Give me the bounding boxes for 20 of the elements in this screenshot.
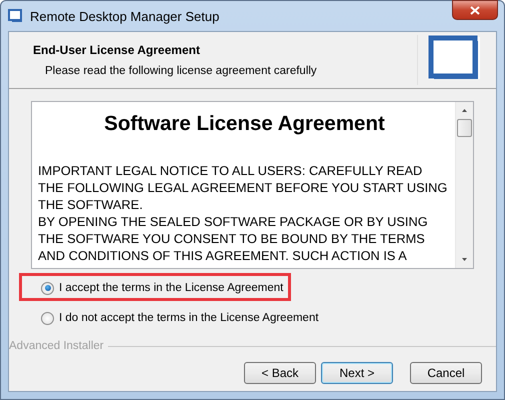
dialog-button[interactable]: < Back — [244, 362, 316, 384]
dialog-button[interactable]: Next > — [321, 362, 393, 384]
close-button[interactable] — [452, 0, 498, 20]
app-icon — [8, 9, 24, 23]
radio-button[interactable] — [41, 312, 54, 324]
license-heading: Software License Agreement — [103, 112, 386, 136]
radio-label[interactable]: I accept the terms in the License Agreement — [59, 282, 284, 294]
dialog-button[interactable]: Cancel — [410, 362, 482, 384]
brand-label: Advanced Installer — [9, 340, 104, 352]
header-title: End-User License Agreement — [33, 43, 201, 57]
header-subtitle: Please read the following license agreement carefully — [44, 65, 318, 77]
scroll-thumb[interactable] — [457, 119, 472, 137]
license-paragraph: IMPORTANT LEGAL NOTICE TO ALL USERS: CAREFULLY READ THE FOLLOWING LEGAL AGREEMENT BEFORE YOU START USING THE SOFTWARE. — [38, 162, 448, 213]
scrollbar[interactable] — [455, 102, 473, 268]
license-paragraph: BY OPENING THE SEALED SOFTWARE PACKAGE OR BY USING THE SOFTWARE YOU CONSENT TO BE BOUND BY THE TERMS AND CONDITIONS OF THIS AGREEMENT. SUCH ACTION IS A — [38, 213, 429, 264]
close-icon — [470, 6, 480, 14]
license-text-box[interactable] — [31, 101, 474, 269]
radio-label[interactable]: I do not accept the terms in the License Agreement — [59, 312, 319, 324]
radio-button[interactable] — [41, 282, 54, 294]
window-title: Remote Desktop Manager Setup — [30, 8, 220, 24]
